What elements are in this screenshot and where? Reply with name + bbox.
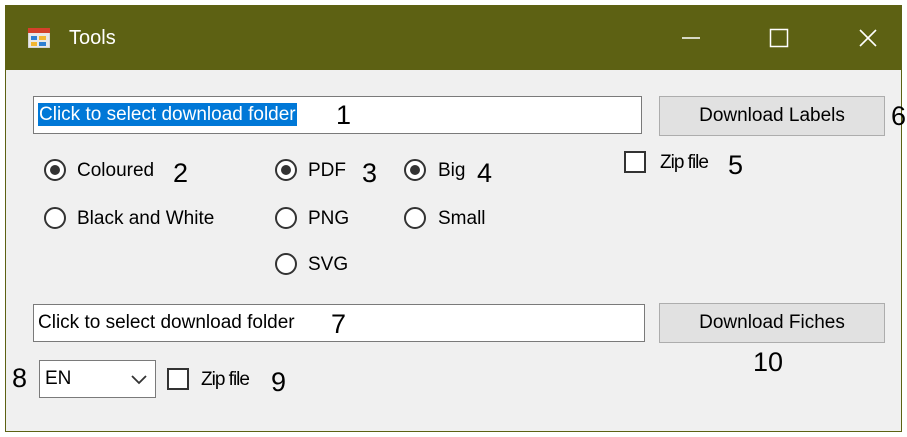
big-label[interactable]: Big: [438, 159, 465, 183]
svg-label[interactable]: SVG: [308, 253, 348, 277]
language-value: EN: [45, 368, 72, 389]
fiches-folder-value: Click to select download folder: [38, 312, 295, 333]
window-title: Tools: [69, 27, 116, 49]
maximize-icon: [769, 28, 789, 48]
annotation-2: 2: [173, 158, 189, 188]
close-icon: [859, 29, 877, 47]
pdf-radio[interactable]: [275, 159, 297, 181]
title-bar[interactable]: Tools: [6, 6, 901, 70]
annotation-3: 3: [362, 158, 378, 188]
download-labels-button[interactable]: Download Labels: [659, 96, 885, 136]
annotation-4: 4: [477, 158, 493, 188]
close-button[interactable]: [833, 6, 903, 70]
black-and-white-label[interactable]: Black and White: [77, 207, 214, 231]
fiches-zip-label[interactable]: Zip file: [201, 368, 250, 392]
svg-radio[interactable]: [275, 253, 297, 275]
language-select[interactable]: EN: [39, 360, 156, 398]
download-fiches-button[interactable]: Download Fiches: [659, 303, 885, 343]
fiches-zip-checkbox[interactable]: [167, 368, 189, 390]
labels-zip-checkbox[interactable]: [624, 151, 646, 173]
annotation-9: 9: [271, 367, 287, 397]
minimize-button[interactable]: [656, 6, 726, 70]
annotation-7: 7: [331, 309, 347, 339]
labels-zip-label[interactable]: Zip file: [660, 151, 709, 175]
coloured-label[interactable]: Coloured: [77, 159, 154, 183]
annotation-6: 6: [891, 101, 907, 131]
maximize-button[interactable]: [744, 6, 814, 70]
tools-window: Tools Click to select download folder 1 …: [5, 5, 906, 432]
annotation-8: 8: [12, 363, 28, 393]
annotation-5: 5: [728, 150, 744, 180]
small-radio[interactable]: [404, 207, 426, 229]
coloured-radio[interactable]: [44, 159, 66, 181]
big-radio[interactable]: [404, 159, 426, 181]
download-labels-label: Download Labels: [699, 105, 845, 126]
annotation-10: 10: [753, 347, 784, 377]
small-label[interactable]: Small: [438, 207, 486, 231]
png-label[interactable]: PNG: [308, 207, 349, 231]
annotation-1: 1: [336, 100, 352, 130]
black-and-white-radio[interactable]: [44, 207, 66, 229]
png-radio[interactable]: [275, 207, 297, 229]
chevron-down-icon: [131, 375, 147, 385]
download-fiches-label: Download Fiches: [699, 312, 845, 333]
labels-folder-value: Click to select download folder: [38, 103, 297, 126]
app-form-icon: [28, 28, 50, 48]
pdf-label[interactable]: PDF: [308, 159, 346, 183]
minimize-icon: [682, 37, 700, 39]
